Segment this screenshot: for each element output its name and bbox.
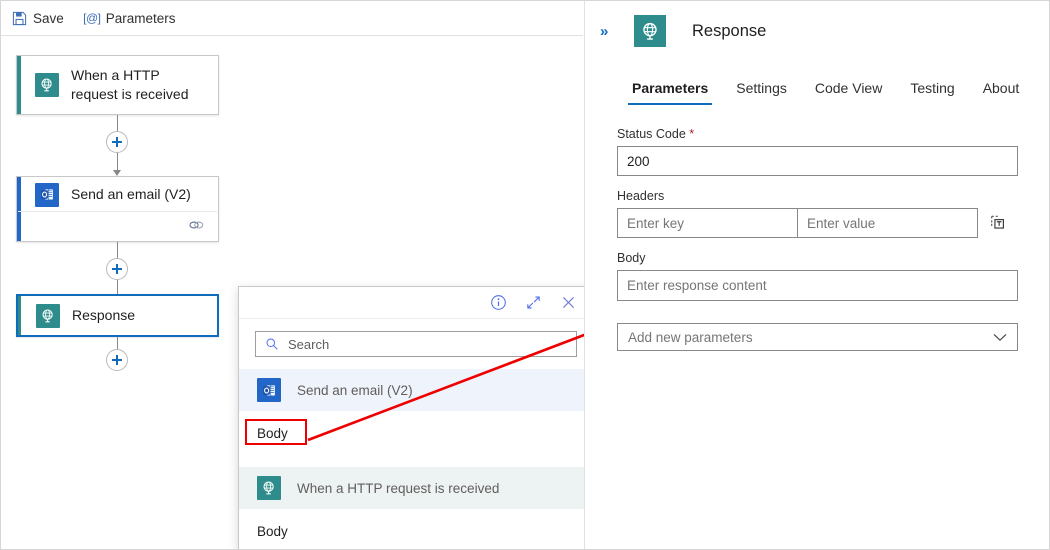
status-code-input[interactable]: 200	[617, 146, 1018, 176]
action-card-http-trigger[interactable]: When a HTTP request is received	[16, 55, 219, 115]
action-card-response[interactable]: Response	[16, 294, 219, 337]
tab-label: About	[982, 80, 1020, 96]
http-globe-icon	[36, 303, 60, 328]
at-bracket-icon: [@]	[83, 11, 101, 25]
dynamic-group-label: Send an email (V2)	[297, 382, 413, 398]
outlook-icon	[257, 378, 281, 402]
dynamic-content-header	[239, 287, 593, 319]
page-title: Response	[692, 21, 767, 40]
close-icon[interactable]	[557, 292, 579, 314]
card-header: Response	[18, 296, 217, 335]
card-header: When a HTTP request is received	[17, 56, 218, 114]
headers-label: Headers	[617, 189, 665, 203]
header-value-placeholder: Enter value	[807, 215, 876, 231]
outlook-icon	[35, 182, 59, 207]
http-globe-icon	[634, 15, 666, 47]
dynamic-item-label: Body	[257, 523, 288, 539]
parameters-form: Status Code * 200 Headers Enter key Ente…	[585, 105, 1049, 351]
card-title: Send an email (V2)	[71, 186, 191, 202]
connector-line	[117, 242, 118, 258]
card-footer	[18, 211, 217, 241]
headers-row: Enter key Enter value	[617, 208, 1018, 238]
tab-settings[interactable]: Settings	[722, 80, 801, 105]
dynamic-item-body-email[interactable]: Body	[239, 411, 593, 455]
status-code-value: 200	[627, 153, 650, 169]
body-placeholder: Enter response content	[627, 278, 767, 293]
designer-toolbar: Save [@] Parameters	[1, 1, 583, 36]
details-pane: » Response Parameters Settings Code View…	[584, 1, 1049, 549]
tab-label: Settings	[736, 80, 787, 96]
details-pane-header: » Response	[585, 1, 1049, 47]
dynamic-content-panel[interactable]: Search Send an email (V2) Body When a HT…	[238, 286, 594, 549]
tab-testing[interactable]: Testing	[896, 80, 968, 105]
save-button[interactable]: Save	[1, 1, 74, 35]
add-action-button-1[interactable]	[106, 131, 128, 153]
parameters-button[interactable]: [@] Parameters	[74, 1, 186, 35]
save-floppy-icon	[11, 10, 27, 26]
add-action-button-2[interactable]	[106, 258, 128, 280]
tab-label: Code View	[814, 80, 883, 96]
http-globe-icon	[257, 476, 281, 500]
expand-diagonal-icon[interactable]	[522, 292, 544, 314]
body-input[interactable]: Enter response content	[617, 270, 1018, 301]
header-value-input[interactable]: Enter value	[798, 208, 978, 238]
search-icon	[266, 338, 278, 350]
save-button-label: Save	[33, 10, 64, 26]
action-card-send-email[interactable]: Send an email (V2)	[16, 176, 219, 242]
card-accent-bar	[17, 56, 21, 114]
dynamic-item-label: Body	[257, 425, 288, 441]
add-action-button-3[interactable]	[106, 349, 128, 371]
tab-parameters[interactable]: Parameters	[618, 80, 722, 105]
card-title: When a HTTP request is received	[71, 67, 189, 102]
header-key-input[interactable]: Enter key	[617, 208, 798, 238]
info-circle-icon[interactable]	[487, 292, 509, 314]
dynamic-group-http-trigger[interactable]: When a HTTP request is received	[239, 467, 593, 509]
card-header: Send an email (V2)	[17, 177, 218, 212]
dynamic-group-send-email[interactable]: Send an email (V2)	[239, 369, 593, 411]
search-input[interactable]: Search	[255, 331, 577, 357]
card-title: Response	[72, 307, 136, 323]
header-key-placeholder: Enter key	[627, 215, 685, 231]
search-placeholder: Search	[288, 336, 330, 352]
chevron-down-icon	[993, 333, 1007, 342]
status-code-label: Status Code *	[617, 127, 1018, 141]
dynamic-item-body-http[interactable]: Body	[239, 509, 593, 549]
tab-label: Testing	[910, 80, 955, 96]
double-chevron-right-icon[interactable]: »	[600, 23, 620, 40]
switch-to-text-mode-icon[interactable]	[978, 214, 1018, 232]
required-marker: *	[689, 127, 695, 141]
chain-link-icon[interactable]	[188, 218, 205, 235]
tab-bar: Parameters Settings Code View Testing Ab…	[585, 71, 1049, 105]
tab-about[interactable]: About	[969, 80, 1034, 105]
status-code-label-text: Status Code	[617, 127, 686, 141]
tab-code-view[interactable]: Code View	[801, 80, 896, 105]
card-accent-bar	[18, 296, 21, 335]
http-globe-icon	[35, 73, 59, 97]
dynamic-group-label: When a HTTP request is received	[297, 480, 500, 496]
app-window: Save [@] Parameters When a HTTP request …	[0, 0, 1050, 550]
add-new-parameters-dropdown[interactable]: Add new parameters	[617, 323, 1018, 351]
parameters-button-label: Parameters	[105, 10, 176, 26]
tab-label: Parameters	[632, 80, 709, 96]
body-label: Body	[617, 251, 646, 265]
add-new-parameters-label: Add new parameters	[628, 329, 753, 345]
connector-line	[117, 115, 118, 131]
